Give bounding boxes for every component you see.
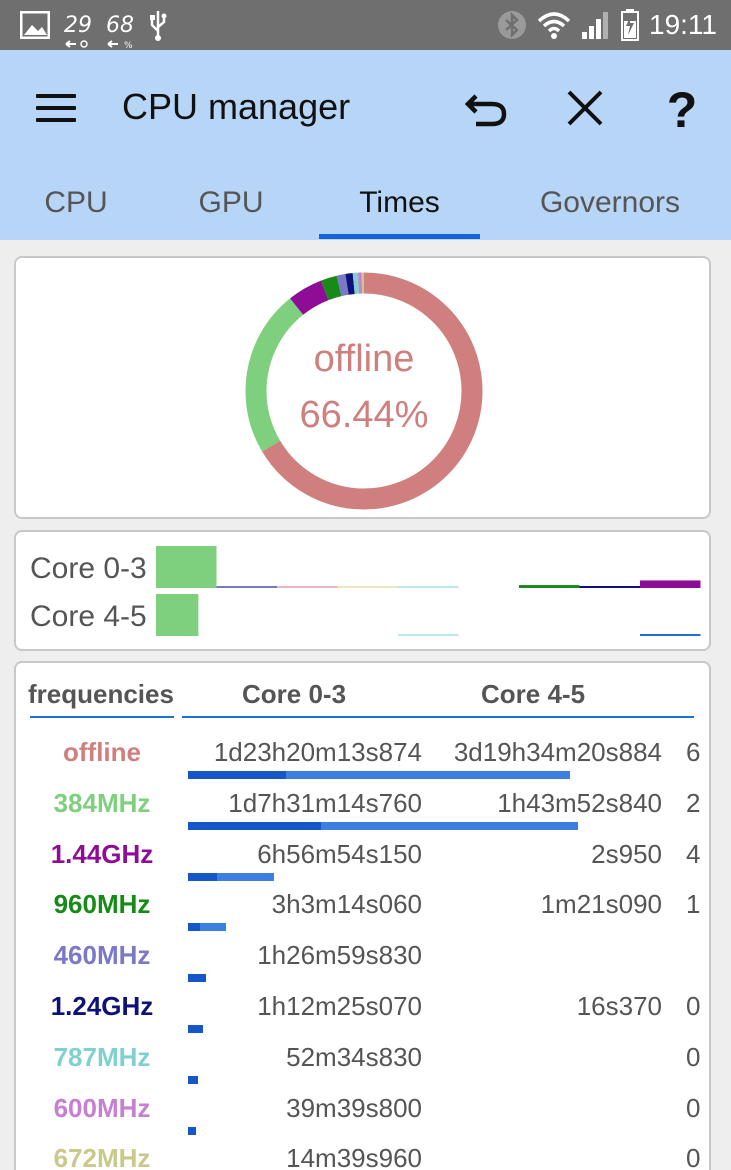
battery-percent-indicator: 68 %	[106, 12, 134, 49]
active-tab-indicator	[319, 234, 480, 239]
row-time-bar-primary	[188, 923, 200, 932]
wifi-icon	[537, 12, 571, 39]
row-frequency-label: 384MHz	[53, 787, 151, 818]
usb-icon	[150, 11, 167, 41]
row-core2-time-clipped: 2	[686, 787, 700, 818]
row-core2-time-clipped: 1	[686, 889, 700, 920]
header-underline-cores	[182, 716, 694, 718]
time-in-state-donut-card: offline 66.44%	[14, 256, 711, 519]
core-label-0: Core 0-3	[30, 552, 147, 585]
row-core0-time: 39m39s800	[286, 1092, 422, 1123]
core-1-level-bar-0	[156, 594, 199, 636]
core-0-level-bar-8	[640, 580, 701, 588]
core-1-level-bar-8	[640, 634, 701, 636]
core-frequency-bars	[156, 546, 701, 636]
row-time-bar-primary	[188, 1126, 196, 1135]
row-time-bar-primary	[188, 821, 321, 830]
signal-icon	[582, 12, 608, 39]
row-core1-time: 1m21s090	[540, 889, 662, 920]
row-core0-time: 1d23h20m13s874	[213, 737, 422, 767]
row-frequency-label: offline	[63, 737, 141, 767]
temperature-icon	[65, 39, 88, 48]
row-core0-time: 1h26m59s830	[257, 940, 422, 971]
row-time-bar-primary	[188, 872, 218, 881]
svg-text:%: %	[124, 41, 133, 49]
core-label-1: Core 4-5	[30, 600, 147, 633]
row-time-bar-primary	[188, 771, 286, 779]
svg-text:?: ?	[667, 84, 698, 132]
row-core0-time: 1d7h31m14s760	[228, 787, 422, 818]
row-time-bar-primary	[188, 974, 206, 983]
core-frequency-bars-card: Core 0-3 Core 4-5	[14, 530, 711, 651]
row-core2-time-clipped: 0	[686, 1092, 700, 1123]
status-bar: 29 68 % 19:11	[0, 0, 731, 50]
battery-charging-icon	[621, 9, 639, 41]
tab-gpu[interactable]: GPU	[175, 186, 287, 220]
row-core1-time: 3d19h34m20s884	[453, 737, 662, 767]
row-core2-time-clipped: 0	[686, 1143, 700, 1170]
undo-icon[interactable]	[462, 84, 510, 132]
core-0-level-bar-3	[337, 586, 398, 588]
row-core0-time: 14m39s960	[286, 1143, 422, 1170]
row-core1-time: 16s370	[576, 991, 662, 1021]
battery-percent-text: 68	[106, 12, 134, 38]
close-icon[interactable]	[561, 84, 609, 132]
row-core2-time-clipped: 0	[686, 1041, 700, 1072]
row-frequency-label: 1.24GHz	[50, 991, 154, 1021]
tab-cpu[interactable]: CPU	[20, 186, 132, 220]
row-frequency-label: 600MHz	[53, 1092, 151, 1123]
header-underline-freq	[30, 716, 174, 718]
row-core0-time: 52m34s830	[286, 1041, 422, 1072]
core-0-level-bar-6	[519, 585, 580, 588]
row-core1-time: 2s950	[591, 838, 662, 869]
donut-chart	[245, 272, 483, 510]
row-core0-time: 1h12m25s070	[257, 991, 422, 1021]
temperature-indicator: 29	[64, 12, 92, 48]
menu-icon[interactable]	[36, 94, 76, 122]
row-frequency-label: 960MHz	[53, 889, 151, 920]
tab-governors[interactable]: Governors	[520, 186, 700, 220]
core-0-level-bar-7	[579, 586, 640, 588]
core-0-level-bar-1	[216, 586, 277, 588]
donut-center-percent: 66.44%	[299, 394, 429, 436]
temperature-text: 29	[64, 12, 92, 38]
tab-times[interactable]: Times	[319, 186, 480, 220]
row-core2-time-clipped: 4	[686, 838, 700, 869]
row-frequency-label: 672MHz	[53, 1143, 151, 1170]
battery-percent-icon: %	[107, 39, 133, 49]
app-title: CPU manager	[122, 86, 351, 127]
app-toolbar: CPU manager ? CPU GPU Times Governors	[0, 50, 731, 240]
core-0-level-bar-0	[156, 546, 217, 588]
gallery-icon	[20, 11, 50, 39]
row-time-bar-primary	[188, 1025, 203, 1033]
core-1-level-bar-4	[398, 634, 459, 636]
donut-center-label: offline	[313, 338, 415, 380]
core-0-level-bar-2	[277, 586, 338, 588]
row-core0-time: 3h3m14s060	[271, 889, 422, 920]
header-frequencies[interactable]: frequencies	[28, 679, 174, 710]
row-core2-time-clipped: 0	[686, 991, 700, 1021]
header-core-0-3[interactable]: Core 0-3	[242, 679, 346, 710]
row-core2-time-clipped: 6	[686, 737, 700, 767]
status-time: 19:11	[649, 9, 717, 40]
row-frequency-label: 460MHz	[53, 940, 151, 971]
row-core1-time: 1h43m52s840	[497, 787, 662, 818]
help-icon[interactable]: ?	[658, 84, 706, 132]
header-core-4-5[interactable]: Core 4-5	[481, 679, 585, 710]
row-frequency-label: 1.44GHz	[50, 838, 154, 869]
row-frequency-label: 787MHz	[53, 1041, 151, 1072]
core-0-level-bar-4	[398, 586, 459, 588]
bluetooth-icon	[498, 11, 526, 39]
row-core0-time: 6h56m54s150	[257, 838, 422, 869]
frequency-times-table[interactable]: frequencies Core 0-3 Core 4-5 offline 1d2…	[14, 661, 711, 1170]
row-time-bar-primary	[188, 1075, 198, 1084]
